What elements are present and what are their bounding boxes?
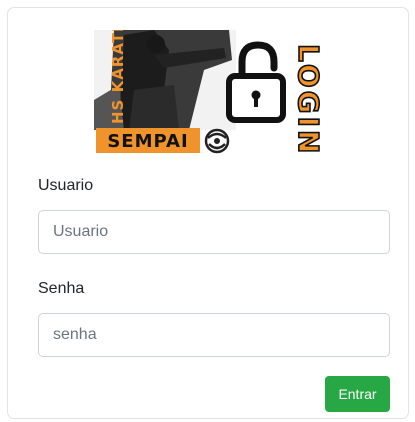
login-submit-button[interactable]: Entrar	[325, 376, 390, 412]
brand-vertical-text: HS KARATE	[109, 30, 127, 124]
karate-emblem-icon	[204, 128, 230, 154]
username-label: Usuario	[38, 177, 94, 194]
brand-banner-text: SEMPAI	[107, 131, 188, 152]
login-side-text: LOGIN	[292, 44, 324, 156]
padlock-open-icon	[226, 41, 286, 123]
password-label: Senha	[38, 280, 85, 297]
password-input[interactable]	[38, 313, 390, 357]
username-input[interactable]	[38, 210, 390, 254]
sempai-karate-login-logo: HS KARATE SEMPAI LOGIN	[94, 30, 324, 157]
login-card: HS KARATE SEMPAI LOGIN Usuario Senha Ent…	[7, 7, 409, 419]
